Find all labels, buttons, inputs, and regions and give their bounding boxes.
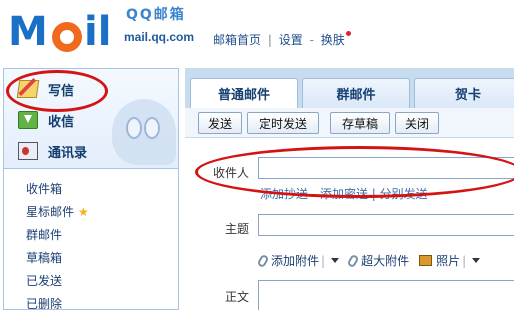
logo-text: QQ邮箱 mail.qq.com bbox=[124, 0, 200, 44]
chevron-down-icon[interactable] bbox=[472, 258, 481, 263]
folder-label: 已删除 bbox=[26, 297, 63, 310]
paperclip-icon bbox=[256, 253, 270, 268]
sidebar-item-starred[interactable]: 星标邮件 ★ bbox=[4, 200, 178, 223]
tab-normal-mail[interactable]: 普通邮件 bbox=[190, 78, 298, 108]
send-button[interactable]: 发送 bbox=[198, 112, 242, 134]
subject-label: 主题 bbox=[225, 222, 250, 236]
body-editor[interactable] bbox=[258, 280, 514, 310]
logo-ring-icon bbox=[52, 22, 82, 52]
nav-separator: | bbox=[267, 33, 272, 47]
photo-label: 照片 bbox=[436, 254, 461, 268]
sidebar-item-inbox[interactable]: 收件箱 bbox=[4, 177, 178, 200]
logo-cn-text: QQ邮箱 bbox=[126, 7, 186, 23]
chevron-down-icon[interactable] bbox=[331, 258, 340, 263]
cc-bcc-links[interactable]: 添加抄送 - 添加密送 | 分别发送 bbox=[260, 185, 428, 202]
divider: | bbox=[462, 253, 467, 268]
paperclip-icon bbox=[346, 253, 360, 268]
compose-panel: 普通邮件 群邮件 贺卡 发送 定时发送 存草稿 关闭 收件人 添加抄送 - 添加… bbox=[185, 68, 514, 310]
tab-label: 普通邮件 bbox=[217, 88, 270, 103]
save-draft-button[interactable]: 存草稿 bbox=[330, 112, 390, 134]
address-book-icon bbox=[18, 142, 38, 160]
large-attachment-button[interactable]: 超大附件 bbox=[346, 252, 410, 269]
compose-tabbar: 普通邮件 群邮件 贺卡 bbox=[185, 68, 514, 108]
logo-letters: M bbox=[8, 9, 48, 52]
contacts-button[interactable]: 通讯录 bbox=[18, 139, 87, 163]
compose-button[interactable]: 写信 bbox=[16, 77, 75, 101]
photo-icon bbox=[419, 255, 433, 266]
folder-label: 已发送 bbox=[26, 274, 63, 288]
qq-penguin-decoration-icon bbox=[112, 99, 176, 165]
large-attachment-label: 超大附件 bbox=[361, 254, 410, 268]
subject-input[interactable] bbox=[258, 214, 514, 236]
pencil-paper-icon bbox=[16, 80, 40, 98]
folder-label: 星标邮件 bbox=[26, 205, 75, 219]
sidebar-item-sent[interactable]: 已发送 bbox=[4, 269, 178, 292]
receive-mail-icon bbox=[18, 111, 38, 129]
recipient-input[interactable] bbox=[258, 157, 514, 179]
add-attachment-button[interactable]: 添加附件 | bbox=[256, 252, 340, 269]
tab-greeting-card[interactable]: 贺卡 bbox=[414, 78, 514, 108]
sidebar-item-deleted[interactable]: 已删除 bbox=[4, 292, 178, 310]
folder-label: 草稿箱 bbox=[26, 251, 63, 265]
new-dot-icon bbox=[345, 31, 351, 36]
inbox-check-button[interactable]: 收信 bbox=[18, 108, 74, 132]
tab-label: 贺卡 bbox=[454, 88, 481, 103]
settings-link[interactable]: 设置 bbox=[279, 31, 303, 48]
inbox-check-label: 收信 bbox=[48, 114, 75, 130]
add-attachment-label: 添加附件 bbox=[271, 254, 320, 268]
left-sidebar: 写信 收信 通讯录 收件箱 星标邮件 ★ 群邮件 草稿箱 已发送 已删除 bbox=[3, 68, 179, 310]
app-header: M il QQ邮箱 mail.qq.com 邮箱首页 | 设置 - 换肤 bbox=[0, 0, 514, 62]
change-skin-link[interactable]: 换肤 bbox=[321, 31, 345, 48]
folder-list: 收件箱 星标邮件 ★ 群邮件 草稿箱 已发送 已删除 bbox=[4, 177, 178, 310]
folder-label: 群邮件 bbox=[26, 228, 63, 242]
qq-mail-logo[interactable]: M il bbox=[8, 8, 120, 52]
sidebar-item-drafts[interactable]: 草稿箱 bbox=[4, 246, 178, 269]
schedule-send-button[interactable]: 定时发送 bbox=[247, 112, 319, 134]
tab-group-mail[interactable]: 群邮件 bbox=[302, 78, 410, 108]
mailbox-home-link[interactable]: 邮箱首页 bbox=[213, 31, 261, 48]
logo-letters-tail: il bbox=[84, 9, 112, 52]
top-nav-links: 邮箱首页 | 设置 - 换肤 bbox=[213, 31, 351, 48]
sidebar-item-group-mail[interactable]: 群邮件 bbox=[4, 223, 178, 246]
contacts-label: 通讯录 bbox=[48, 145, 88, 161]
compose-toolbar: 发送 定时发送 存草稿 关闭 bbox=[185, 108, 514, 138]
close-button[interactable]: 关闭 bbox=[395, 112, 439, 134]
attachment-bar: 添加附件 | 超大附件 照片 | bbox=[256, 252, 490, 269]
star-icon: ★ bbox=[78, 204, 89, 219]
logo-url: mail.qq.com bbox=[124, 30, 195, 44]
compose-label: 写信 bbox=[48, 83, 75, 99]
recipient-label: 收件人 bbox=[213, 166, 250, 180]
sidebar-actions-panel: 写信 收信 通讯录 bbox=[4, 69, 178, 169]
tab-label: 群邮件 bbox=[336, 88, 376, 103]
photo-button[interactable]: 照片 | bbox=[419, 252, 481, 269]
divider: | bbox=[321, 253, 326, 268]
folder-label: 收件箱 bbox=[26, 182, 63, 196]
nav-separator: - bbox=[309, 33, 314, 47]
body-label: 正文 bbox=[225, 290, 250, 304]
